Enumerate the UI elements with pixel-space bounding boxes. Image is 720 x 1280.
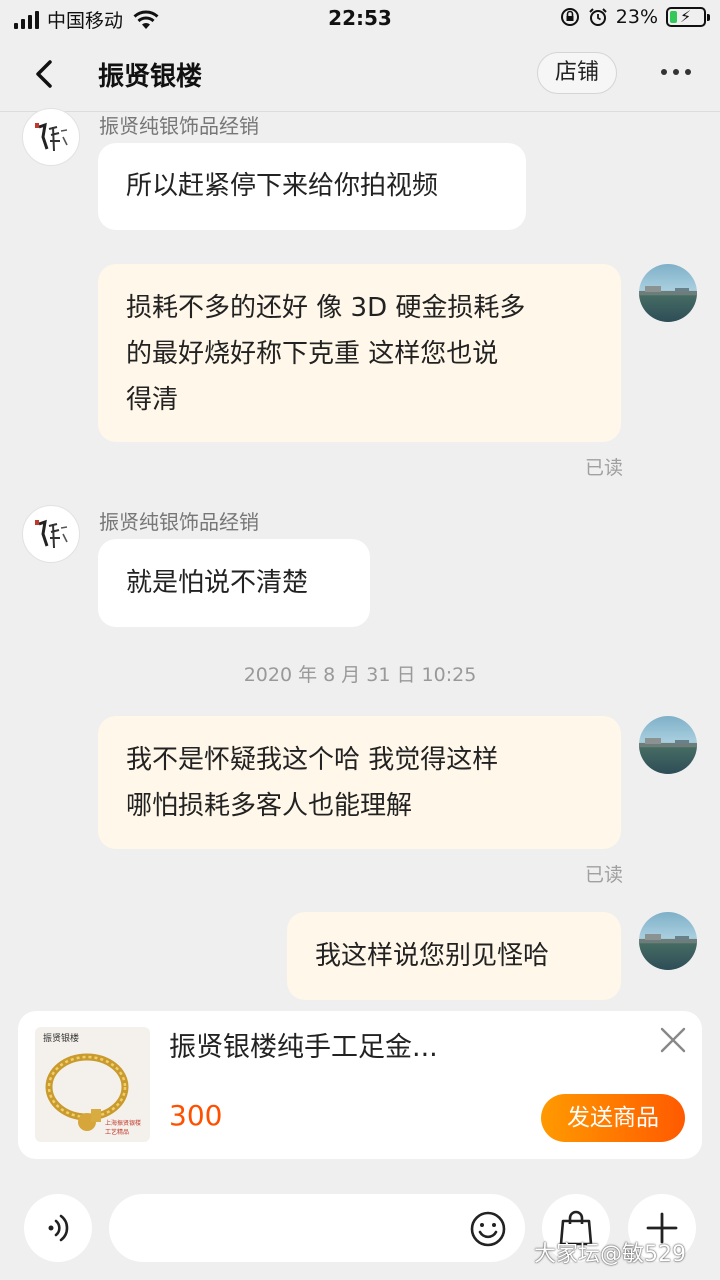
landscape-icon [639,738,697,747]
read-status: 已读 [585,457,624,479]
product-title[interactable]: 振贤银楼纯手工足金... [169,1025,438,1064]
battery-fill [670,11,677,23]
read-status: 已读 [585,864,624,886]
status-bar: 中国移动 22:53 23% ⚡ [0,0,720,36]
more-icon[interactable] [656,60,696,84]
message-line: 得清 [126,385,179,415]
shop-avatar[interactable] [22,505,80,563]
alarm-icon [589,8,607,26]
gold-bracelet-image: 振贤银楼 上海振贤银楼 工艺精品 [43,1032,141,1136]
message-line: 我不是怀疑我这个哈 我觉得这样 [126,745,499,775]
message-bubble[interactable]: 我这样说您别见怪哈 [287,912,621,1000]
signal-icon [14,10,39,29]
emoji-icon[interactable] [469,1210,507,1248]
nav-bar: 振贤银楼 店铺 [0,36,720,112]
product-price: 300 [169,1099,223,1132]
message-text: 就是怕说不清楚 [126,568,309,598]
user-avatar[interactable] [639,264,697,322]
battery-percent: 23% [615,6,658,28]
message-text: 所以赶紧停下来给你拍视频 [126,171,439,201]
product-thumbnail[interactable]: 振贤银楼 上海振贤银楼 工艺精品 [35,1027,150,1142]
page-title: 振贤银楼 [98,62,203,92]
carrier-label: 中国移动 [47,10,124,32]
user-avatar[interactable] [639,912,697,970]
close-icon[interactable] [658,1025,688,1055]
wifi-icon [133,10,159,29]
message-input[interactable] [109,1194,525,1262]
message-bubble[interactable]: 我不是怀疑我这个哈 我觉得这样 哪怕损耗多客人也能理解 [98,716,621,849]
message-line: 哪怕损耗多客人也能理解 [126,791,413,821]
watermark: 大家坛@敏529 [534,1242,686,1267]
landscape-icon [639,286,697,295]
voice-icon [48,1214,69,1242]
message-bubble[interactable]: 损耗不多的还好 像 3D 硬金损耗多 的最好烧好称下克重 这样您也说 得清 [98,264,621,442]
message-bubble[interactable]: 就是怕说不清楚 [98,539,370,627]
message-bubble[interactable]: 所以赶紧停下来给你拍视频 [98,143,526,230]
sender-name: 振贤纯银饰品经销 [99,114,259,138]
chat-timestamp: 2020 年 8 月 31 日 10:25 [243,664,477,686]
status-left: 中国移动 [14,6,159,33]
landscape-icon [639,934,697,943]
message-line: 的最好烧好称下克重 这样您也说 [126,339,499,369]
back-icon[interactable] [28,54,64,94]
orientation-lock-icon [560,8,579,26]
message-line: 损耗不多的还好 像 3D 硬金损耗多 [126,293,526,323]
shop-button[interactable]: 店铺 [537,52,617,94]
shop-logo-icon [35,519,68,549]
status-right: 23% ⚡ [560,6,710,28]
send-product-button[interactable]: 发送商品 [541,1094,685,1142]
thumb-caption: 工艺精品 [105,1128,129,1136]
shop-logo-icon [35,122,68,152]
shop-avatar[interactable] [22,108,80,166]
sender-name: 振贤纯银饰品经销 [99,510,259,534]
thumb-caption: 上海振贤银楼 [105,1119,141,1127]
message-line: 我这样说您别见怪哈 [315,941,550,971]
product-card[interactable]: 振贤银楼 上海振贤银楼 工艺精品 振贤银楼纯手工足金... 300 发送商品 [18,1011,702,1159]
battery-icon: ⚡ [666,7,710,27]
user-avatar[interactable] [639,716,697,774]
thumb-logo-text: 振贤银楼 [43,1032,79,1044]
voice-button[interactable] [24,1194,92,1262]
